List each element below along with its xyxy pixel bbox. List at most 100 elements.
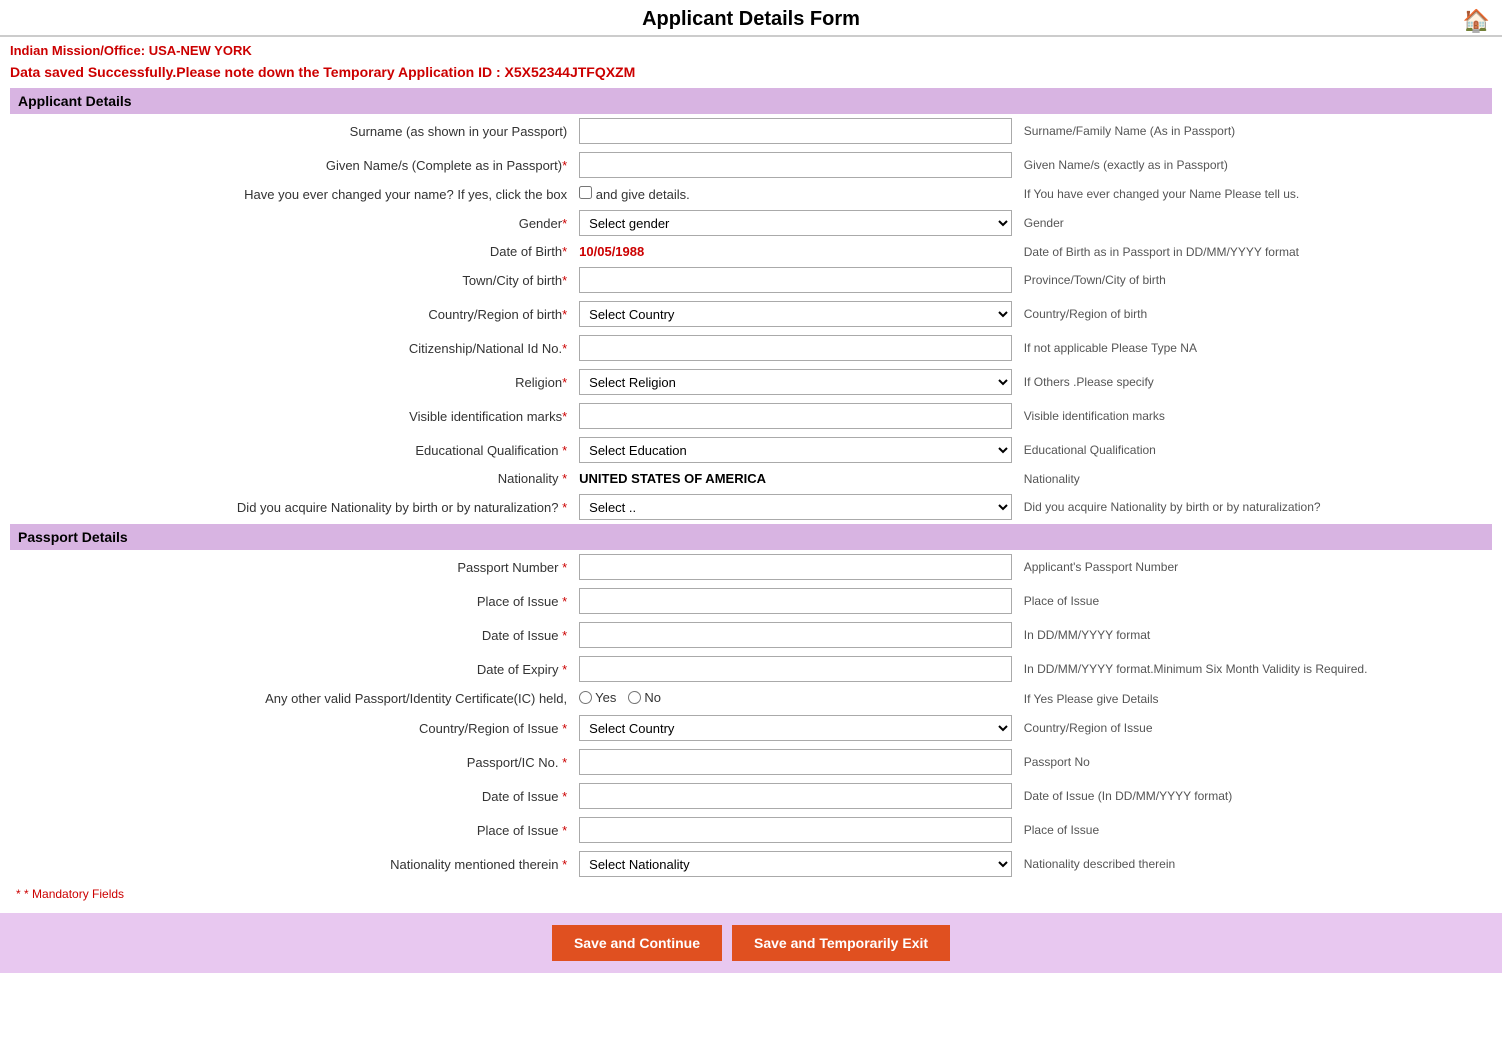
given-names-label: Given Name/s (Complete as in Passport)* — [10, 148, 573, 182]
nationality-mentioned-hint: Nationality described therein — [1018, 847, 1492, 881]
date-of-issue-hint: In DD/MM/YYYY format — [1018, 618, 1492, 652]
save-exit-button[interactable]: Save and Temporarily Exit — [732, 925, 950, 961]
date-of-issue2-input[interactable] — [579, 783, 1012, 809]
table-row: Date of Expiry * In DD/MM/YYYY format.Mi… — [10, 652, 1492, 686]
table-row: Religion* Select Religion Hindu Muslim C… — [10, 365, 1492, 399]
education-label: Educational Qualification * — [10, 433, 573, 467]
mandatory-note: * * Mandatory Fields — [10, 885, 1492, 903]
date-of-issue2-hint: Date of Issue (In DD/MM/YYYY format) — [1018, 779, 1492, 813]
dob-value-cell: 10/05/1988 — [573, 240, 1018, 263]
visible-marks-input[interactable] — [579, 403, 1012, 429]
town-input-cell — [573, 263, 1018, 297]
table-row: Place of Issue * Place of Issue — [10, 813, 1492, 847]
passport-ic-no-input-cell — [573, 745, 1018, 779]
nationality-label: Nationality * — [10, 467, 573, 490]
date-of-expiry-input[interactable] — [579, 656, 1012, 682]
citizenship-label: Citizenship/National Id No.* — [10, 331, 573, 365]
applicant-details-header: Applicant Details — [10, 88, 1492, 114]
date-of-issue-input[interactable] — [579, 622, 1012, 648]
footer-bar: Save and Continue Save and Temporarily E… — [0, 913, 1502, 973]
place-of-issue2-label: Place of Issue * — [10, 813, 573, 847]
passport-number-input-cell — [573, 550, 1018, 584]
passport-ic-no-label: Passport/IC No. * — [10, 745, 573, 779]
religion-select-cell: Select Religion Hindu Muslim Christian S… — [573, 365, 1018, 399]
place-of-issue-label: Place of Issue * — [10, 584, 573, 618]
other-passport-no-radio[interactable] — [628, 691, 641, 704]
table-row: Citizenship/National Id No.* If not appl… — [10, 331, 1492, 365]
date-of-issue2-input-cell — [573, 779, 1018, 813]
religion-select[interactable]: Select Religion Hindu Muslim Christian S… — [579, 369, 1012, 395]
country-issue-select[interactable]: Select Country India USA UK Other — [579, 715, 1012, 741]
education-select[interactable]: Select Education Below Matriculation Mat… — [579, 437, 1012, 463]
country-birth-label: Country/Region of birth* — [10, 297, 573, 331]
date-of-expiry-input-cell — [573, 652, 1018, 686]
given-names-hint: Given Name/s (exactly as in Passport) — [1018, 148, 1492, 182]
place-of-issue2-input-cell — [573, 813, 1018, 847]
table-row: Did you acquire Nationality by birth or … — [10, 490, 1492, 524]
surname-input[interactable] — [579, 118, 1012, 144]
other-passport-yes-label[interactable]: Yes — [579, 690, 616, 705]
visible-marks-label: Visible identification marks* — [10, 399, 573, 433]
country-issue-select-cell: Select Country India USA UK Other — [573, 711, 1018, 745]
place-of-issue-input[interactable] — [579, 588, 1012, 614]
date-of-issue2-label: Date of Issue * — [10, 779, 573, 813]
nationality-by-select[interactable]: Select .. Birth Naturalization — [579, 494, 1012, 520]
citizenship-input[interactable] — [579, 335, 1012, 361]
visible-marks-hint: Visible identification marks — [1018, 399, 1492, 433]
main-content: Indian Mission/Office: USA-NEW YORK Data… — [0, 37, 1502, 909]
mission-value: USA-NEW YORK — [149, 43, 252, 58]
dob-hint: Date of Birth as in Passport in DD/MM/YY… — [1018, 240, 1492, 263]
other-passport-label: Any other valid Passport/Identity Certif… — [10, 686, 573, 711]
nationality-by-select-cell: Select .. Birth Naturalization — [573, 490, 1018, 524]
other-passport-yes-radio[interactable] — [579, 691, 592, 704]
table-row: Have you ever changed your name? If yes,… — [10, 182, 1492, 206]
table-row: Date of Issue * In DD/MM/YYYY format — [10, 618, 1492, 652]
name-changed-checkbox[interactable] — [579, 186, 592, 199]
table-row: Nationality * UNITED STATES OF AMERICA N… — [10, 467, 1492, 490]
date-of-expiry-label: Date of Expiry * — [10, 652, 573, 686]
other-passport-radio-cell: Yes No — [573, 686, 1018, 711]
page-title: Applicant Details Form — [0, 8, 1502, 31]
home-icon[interactable]: 🏠 — [1463, 8, 1490, 34]
place-of-issue-input-cell — [573, 584, 1018, 618]
nationality-mentioned-select-cell: Select Nationality Indian American Briti… — [573, 847, 1018, 881]
table-row: Nationality mentioned therein * Select N… — [10, 847, 1492, 881]
passport-ic-no-input[interactable] — [579, 749, 1012, 775]
table-row: Place of Issue * Place of Issue — [10, 584, 1492, 618]
date-of-issue-label: Date of Issue * — [10, 618, 573, 652]
nationality-value: UNITED STATES OF AMERICA — [579, 471, 766, 486]
passport-number-input[interactable] — [579, 554, 1012, 580]
gender-select[interactable]: Select gender Male Female Other — [579, 210, 1012, 236]
citizenship-hint: If not applicable Please Type NA — [1018, 331, 1492, 365]
country-birth-hint: Country/Region of birth — [1018, 297, 1492, 331]
country-birth-select[interactable]: Select Country India USA UK Other — [579, 301, 1012, 327]
country-issue-hint: Country/Region of Issue — [1018, 711, 1492, 745]
passport-number-hint: Applicant's Passport Number — [1018, 550, 1492, 584]
passport-details-header: Passport Details — [10, 524, 1492, 550]
nationality-mentioned-label: Nationality mentioned therein * — [10, 847, 573, 881]
table-row: Passport/IC No. * Passport No — [10, 745, 1492, 779]
town-hint: Province/Town/City of birth — [1018, 263, 1492, 297]
town-label: Town/City of birth* — [10, 263, 573, 297]
religion-hint: If Others .Please specify — [1018, 365, 1492, 399]
date-of-expiry-hint: In DD/MM/YYYY format.Minimum Six Month V… — [1018, 652, 1492, 686]
gender-select-cell: Select gender Male Female Other — [573, 206, 1018, 240]
nationality-value-cell: UNITED STATES OF AMERICA — [573, 467, 1018, 490]
save-continue-button[interactable]: Save and Continue — [552, 925, 722, 961]
name-changed-input-cell: and give details. — [573, 182, 1018, 206]
place-of-issue2-input[interactable] — [579, 817, 1012, 843]
table-row: Date of Issue * Date of Issue (In DD/MM/… — [10, 779, 1492, 813]
town-input[interactable] — [579, 267, 1012, 293]
table-row: Any other valid Passport/Identity Certif… — [10, 686, 1492, 711]
other-passport-no-label[interactable]: No — [628, 690, 661, 705]
table-row: Given Name/s (Complete as in Passport)* … — [10, 148, 1492, 182]
name-changed-label: Have you ever changed your name? If yes,… — [10, 182, 573, 206]
education-select-cell: Select Education Below Matriculation Mat… — [573, 433, 1018, 467]
table-row: Educational Qualification * Select Educa… — [10, 433, 1492, 467]
given-names-input[interactable] — [579, 152, 1012, 178]
surname-hint: Surname/Family Name (As in Passport) — [1018, 114, 1492, 148]
nationality-mentioned-select[interactable]: Select Nationality Indian American Briti… — [579, 851, 1012, 877]
table-row: Passport Number * Applicant's Passport N… — [10, 550, 1492, 584]
table-row: Gender* Select gender Male Female Other … — [10, 206, 1492, 240]
dob-value: 10/05/1988 — [579, 244, 644, 259]
